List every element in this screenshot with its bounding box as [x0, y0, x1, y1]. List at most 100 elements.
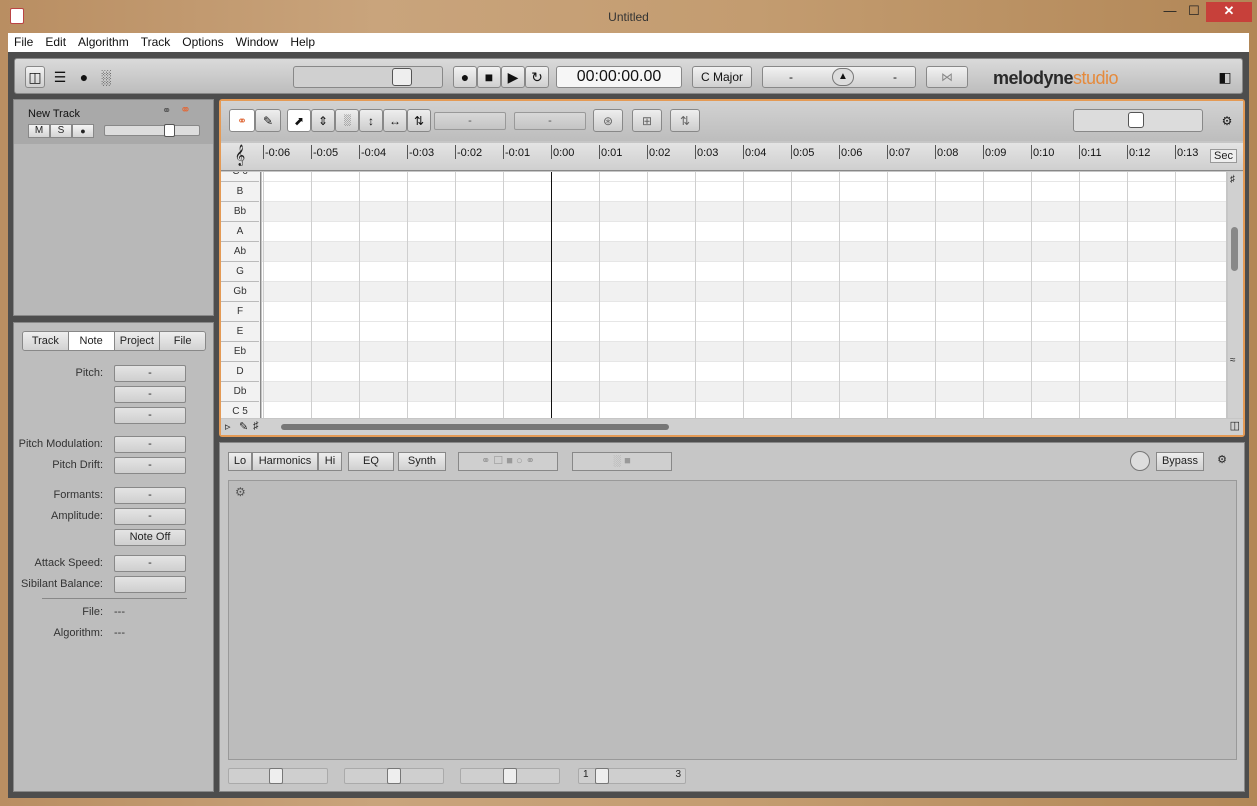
mixer-icon[interactable]: ☰ — [49, 66, 71, 88]
tab-lo[interactable]: Lo — [228, 452, 252, 471]
panel-toggle-icon[interactable]: ◫ — [25, 66, 45, 88]
sound-gain-knob[interactable] — [1130, 451, 1150, 471]
vertical-zoom-icon[interactable]: ≈ — [1230, 355, 1236, 366]
horizontal-zoom-icon[interactable]: ◫ — [1230, 419, 1240, 432]
grid-icon[interactable]: ♯ — [253, 420, 259, 432]
note-off-button[interactable]: Note Off — [114, 529, 186, 546]
stop-button[interactable]: ■ — [477, 66, 501, 88]
harmonic-range-slider[interactable]: ░ ■ — [572, 452, 672, 471]
close-button[interactable]: ✕ — [1206, 2, 1252, 22]
pitch-frequency-field[interactable]: - — [114, 407, 186, 424]
track-row[interactable]: New Track ⚭ ⚭ M S ● — [14, 100, 213, 144]
time-quantize-icon[interactable]: ⊞ — [632, 109, 662, 132]
pitch-grid-icon[interactable]: ♯ — [1230, 174, 1235, 185]
piano-key[interactable]: C 6 — [221, 172, 259, 182]
pitch-modulation-field[interactable]: - — [114, 436, 186, 453]
horizontal-scroll-thumb[interactable] — [281, 424, 669, 430]
amplitude-tool-icon[interactable]: ↕ — [359, 109, 383, 132]
sound-area-gear-icon[interactable]: ⚙ — [235, 485, 246, 499]
split-icon[interactable]: ⇅ — [670, 109, 700, 132]
solo-button[interactable]: S — [50, 124, 72, 138]
piano-key[interactable]: Eb — [221, 342, 259, 362]
menu-window[interactable]: Window — [230, 33, 285, 52]
range-slider[interactable]: 1 3 — [578, 768, 686, 784]
edit-tool-icon[interactable]: ✎ — [255, 109, 281, 132]
time-tool-icon[interactable]: ↔ — [383, 109, 407, 132]
pointer-tool-icon[interactable]: ⬈ — [287, 109, 311, 132]
record-arm-button[interactable]: ● — [72, 124, 94, 138]
piano-key[interactable]: Gb — [221, 282, 259, 302]
formant-tool-icon[interactable]: ░ — [335, 109, 359, 132]
range-slider-knob[interactable] — [595, 768, 609, 784]
editor-field-1[interactable]: - — [434, 112, 506, 130]
bypass-button[interactable]: Bypass — [1156, 452, 1204, 471]
harmonics-slider-knob[interactable] — [387, 768, 401, 784]
piano-keyboard[interactable]: C 6BBbAAbGGbFEEbDDbC 5 — [221, 172, 261, 418]
piano-key[interactable]: F — [221, 302, 259, 322]
play-button[interactable]: ▶ — [501, 66, 525, 88]
hi-slider[interactable] — [460, 768, 560, 784]
zoom-slider[interactable] — [1073, 109, 1203, 132]
clef-icon[interactable]: 𝄞 — [225, 145, 255, 169]
tab-harmonics[interactable]: Harmonics — [252, 452, 318, 471]
note-grid[interactable] — [262, 172, 1226, 418]
volume-knob[interactable] — [392, 68, 412, 86]
menu-track[interactable]: Track — [135, 33, 177, 52]
loop-button[interactable]: ↻ — [525, 66, 549, 88]
menu-algorithm[interactable]: Algorithm — [72, 33, 135, 52]
pitch-reference-control[interactable]: - ▲ - — [762, 66, 916, 88]
formants-field[interactable]: - — [114, 487, 186, 504]
mute-button[interactable]: M — [28, 124, 50, 138]
track-volume-slider[interactable] — [104, 124, 200, 137]
master-volume-slider[interactable] — [293, 66, 443, 88]
piano-key[interactable]: D — [221, 362, 259, 382]
vertical-scrollbar[interactable]: ♯ ≈ — [1228, 172, 1243, 418]
maximize-button[interactable]: ☐ — [1180, 2, 1208, 22]
tune-icon[interactable]: ✎ — [239, 420, 248, 433]
key-display[interactable]: C Major — [692, 66, 752, 88]
pitch-tool-icon[interactable]: ⇕ — [311, 109, 335, 132]
pitch-field[interactable]: - — [114, 365, 186, 382]
lo-slider[interactable] — [228, 768, 328, 784]
sound-gear-icon[interactable]: ⚙ — [1210, 452, 1234, 471]
blob-icon[interactable]: ● — [73, 66, 95, 88]
pitch-link-tool-icon[interactable]: ⚭ — [229, 109, 255, 132]
panel-right-toggle-icon[interactable]: ◧ — [1215, 66, 1235, 88]
menu-edit[interactable]: Edit — [39, 33, 72, 52]
track-volume-knob[interactable] — [164, 124, 175, 137]
time-ruler[interactable]: 𝄞 -0:06 -0:05 -0:04 -0:03 -0:02 -0:01 0:00 0:01… — [221, 143, 1243, 171]
track-name[interactable]: New Track — [28, 108, 80, 120]
tab-note[interactable]: Note — [68, 332, 115, 350]
editor-field-2[interactable]: - — [514, 112, 586, 130]
pitch-ref-knob-icon[interactable]: ▲ — [832, 68, 854, 86]
editor-gear-icon[interactable]: ⚙ — [1217, 109, 1237, 132]
vertical-scroll-thumb[interactable] — [1231, 227, 1238, 271]
piano-key[interactable]: A — [221, 222, 259, 242]
piano-key[interactable]: Bb — [221, 202, 259, 222]
tempo-icon[interactable]: ▹ — [225, 420, 231, 433]
piano-key[interactable]: Ab — [221, 242, 259, 262]
tab-project[interactable]: Project — [114, 332, 161, 350]
horizontal-scrollbar[interactable]: ▹ ✎ ♯ ◫ — [221, 419, 1243, 435]
harmonics-slider[interactable] — [344, 768, 444, 784]
menu-options[interactable]: Options — [176, 33, 229, 52]
piano-key[interactable]: C 5 — [221, 402, 259, 418]
sound-display-area[interactable]: ⚙ — [228, 480, 1237, 760]
attack-speed-field[interactable]: - — [114, 555, 186, 572]
pitch-drift-field[interactable]: - — [114, 457, 186, 474]
menu-help[interactable]: Help — [284, 33, 321, 52]
amplitude-field[interactable]: - — [114, 508, 186, 525]
menu-file[interactable]: File — [8, 33, 39, 52]
pitch-link-icon[interactable]: ⚭ — [180, 102, 191, 118]
tab-synth[interactable]: Synth — [398, 452, 446, 471]
piano-key[interactable]: G — [221, 262, 259, 282]
tab-track[interactable]: Track — [23, 332, 69, 350]
tab-hi[interactable]: Hi — [318, 452, 342, 471]
harmonic-link-control[interactable]: ⚭ ☐ ■ ○ ⚭ — [458, 452, 558, 471]
record-button[interactable]: ● — [453, 66, 477, 88]
piano-key[interactable]: Db — [221, 382, 259, 402]
sibilant-balance-field[interactable] — [114, 576, 186, 593]
quantize-icon[interactable]: ⋈ — [926, 66, 968, 88]
pitch-cents-field[interactable]: - — [114, 386, 186, 403]
spectrum-icon[interactable]: ░ — [95, 66, 117, 88]
